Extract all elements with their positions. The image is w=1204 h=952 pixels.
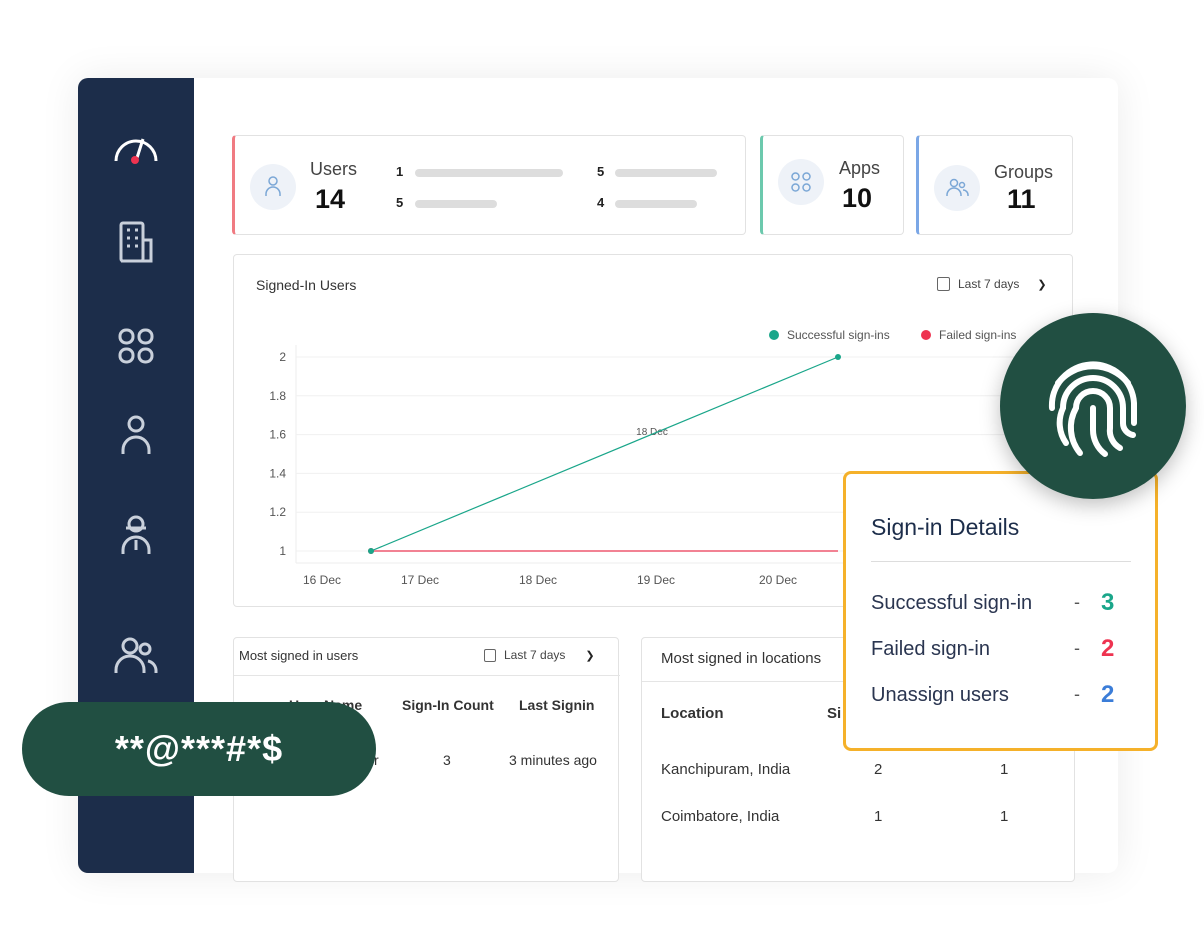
data-point	[835, 354, 841, 360]
detail-label: Successful sign-in	[871, 592, 1033, 614]
users-label: Users	[310, 159, 358, 179]
apps-label: Apps	[839, 158, 881, 178]
column-header: Location	[661, 705, 724, 722]
y-tick-label: 1.4	[269, 466, 286, 480]
users-count: 14	[315, 184, 346, 214]
series-line-0	[370, 356, 839, 552]
panel-title: Most signed in locations	[661, 650, 822, 667]
password-badge: **@***#*$	[22, 702, 376, 796]
column-header: Sign-In Count	[402, 697, 494, 713]
bar	[615, 200, 697, 208]
legend-label: Successful sign-ins	[787, 328, 890, 342]
x-tick-label: 17 Dec	[401, 573, 439, 587]
table-cell: 2	[874, 761, 883, 778]
user-icon[interactable]	[111, 410, 161, 460]
table-cell: Coimbatore, India	[661, 808, 780, 825]
groups-icon[interactable]	[111, 631, 161, 681]
y-tick-label: 1.8	[269, 389, 286, 403]
fingerprint-badge	[1000, 313, 1186, 499]
table-cell: 1	[874, 808, 883, 825]
column-header: Si	[827, 705, 842, 722]
detail-separator: -	[1074, 592, 1080, 612]
detail-separator: -	[1074, 638, 1080, 658]
building-icon[interactable]	[111, 218, 161, 268]
detail-label: Unassign users	[871, 684, 1009, 706]
chevron-down-icon: ❯	[585, 649, 595, 662]
date-range-dropdown[interactable]: Last 7 days ❯	[484, 648, 595, 662]
detail-value: 2	[1101, 635, 1115, 662]
table-cell: 1	[1000, 808, 1009, 825]
legend-marker	[769, 330, 779, 340]
x-tick-label: 19 Dec	[637, 573, 675, 587]
calendar-icon	[484, 648, 496, 662]
y-tick-label: 1	[279, 544, 286, 558]
x-tick-label: 16 Dec	[303, 573, 341, 587]
apps-icon	[778, 159, 824, 205]
panel-title: Most signed in users	[239, 648, 359, 663]
bar	[415, 169, 563, 177]
groups-stat-card[interactable]: Groups 11	[916, 135, 1073, 235]
sign-in-details-card: Sign-in Details Successful sign-in - 3 Fa…	[843, 471, 1158, 751]
y-tick-label: 1.2	[269, 505, 286, 519]
detail-separator: -	[1074, 684, 1080, 704]
users-stat-card[interactable]: Users 14 1 5 5 4	[232, 135, 746, 235]
y-tick-label: 2	[279, 350, 286, 364]
table-cell: Kanchipuram, India	[661, 761, 791, 778]
x-tick-label: 18 Dec	[519, 573, 557, 587]
y-tick-label: 1.6	[269, 428, 286, 442]
groups-label: Groups	[994, 162, 1054, 182]
details-title: Sign-in Details	[871, 514, 1020, 540]
detail-value: 2	[1101, 681, 1115, 708]
apps-stat-card[interactable]: Apps 10	[760, 135, 904, 235]
bar	[615, 169, 717, 177]
column-header: Last Signin	[519, 697, 595, 713]
table-cell: 3 minutes ago	[509, 752, 597, 768]
speedometer-icon[interactable]	[111, 123, 161, 173]
admin-user-icon[interactable]	[111, 510, 161, 560]
legend-marker	[921, 330, 931, 340]
user-icon	[250, 164, 296, 210]
data-point	[368, 548, 374, 554]
detail-label: Failed sign-in	[871, 638, 990, 660]
groups-icon	[934, 165, 980, 211]
apps-icon[interactable]	[111, 321, 161, 371]
bar-value: 5	[597, 164, 605, 179]
bar	[415, 200, 497, 208]
bar-value: 4	[597, 195, 605, 210]
bar-value: 5	[396, 195, 404, 210]
groups-count: 11	[1007, 184, 1036, 214]
hover-label: 18 Dec	[636, 427, 668, 438]
table-cell: 3	[443, 752, 451, 768]
detail-value: 3	[1101, 589, 1115, 616]
apps-count: 10	[842, 183, 873, 213]
bar-value: 1	[396, 164, 404, 179]
range-label: Last 7 days	[504, 648, 566, 662]
fingerprint-icon	[1048, 361, 1137, 457]
x-tick-label: 20 Dec	[759, 573, 797, 587]
table-cell: 1	[1000, 761, 1009, 778]
